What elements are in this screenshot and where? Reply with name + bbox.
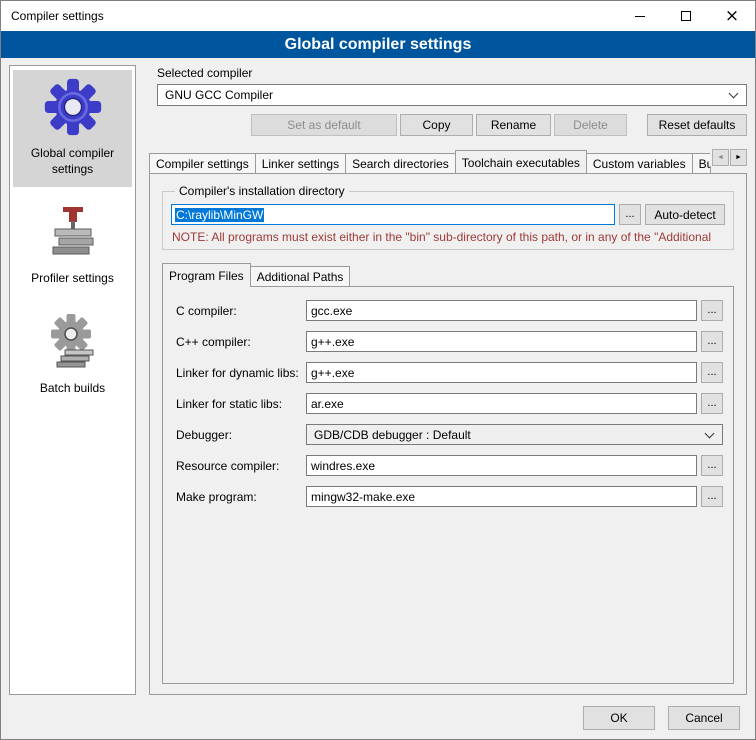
tab-scroll-right-button[interactable]: ►: [730, 149, 747, 166]
program-files-panel: C compiler: ... C++ compiler: ... Linker…: [162, 286, 734, 684]
resource-compiler-label: Resource compiler:: [176, 459, 306, 473]
compiler-select[interactable]: GNU GCC Compiler: [157, 84, 747, 106]
window-controls: ×: [617, 1, 755, 31]
make-program-browse-button[interactable]: ...: [701, 486, 723, 507]
resource-compiler-row: Resource compiler: ...: [176, 455, 723, 476]
cpp-compiler-input[interactable]: [306, 331, 697, 352]
debugger-select[interactable]: GDB/CDB debugger : Default: [306, 424, 723, 445]
debugger-row: Debugger: GDB/CDB debugger : Default: [176, 424, 723, 445]
c-compiler-label: C compiler:: [176, 304, 306, 318]
c-compiler-input[interactable]: [306, 300, 697, 321]
reset-defaults-button[interactable]: Reset defaults: [647, 114, 747, 136]
linker-static-input[interactable]: [306, 393, 697, 414]
c-compiler-browse-button[interactable]: ...: [701, 300, 723, 321]
compiler-actions: Set as default Copy Rename Delete Reset …: [149, 114, 747, 136]
close-button[interactable]: ×: [709, 1, 755, 31]
maximize-icon: [681, 11, 691, 21]
bin-subdirectory-note: NOTE: All programs must exist either in …: [172, 230, 724, 244]
tab-toolchain-executables[interactable]: Toolchain executables: [455, 150, 587, 173]
resource-compiler-input[interactable]: [306, 455, 697, 476]
close-icon: ×: [725, 8, 739, 25]
compiler-select-value: GNU GCC Compiler: [165, 88, 724, 102]
chevron-down-icon: [705, 428, 715, 438]
installation-directory-row: C:\raylib\MinGW ... Auto-detect: [171, 204, 725, 225]
toolchain-executables-panel: Compiler's installation directory C:\ray…: [149, 173, 747, 695]
installation-directory-value: C:\raylib\MinGW: [175, 208, 264, 222]
sidebar-item-label: Batch builds: [40, 381, 105, 397]
installation-directory-title: Compiler's installation directory: [175, 184, 349, 198]
main-panel: Selected compiler GNU GCC Compiler Set a…: [149, 65, 747, 695]
gear-icon: [44, 78, 102, 139]
dialog-footer: OK Cancel: [1, 699, 755, 739]
tab-search-directories[interactable]: Search directories: [345, 153, 456, 173]
make-program-row: Make program: ...: [176, 486, 723, 507]
linker-dynamic-browse-button[interactable]: ...: [701, 362, 723, 383]
tab-compiler-settings[interactable]: Compiler settings: [149, 153, 256, 173]
linker-static-browse-button[interactable]: ...: [701, 393, 723, 414]
batch-gears-icon: [45, 313, 101, 374]
debugger-label: Debugger:: [176, 428, 306, 442]
cancel-button[interactable]: Cancel: [668, 706, 740, 730]
minimize-button[interactable]: [617, 1, 663, 31]
cpp-compiler-row: C++ compiler: ...: [176, 331, 723, 352]
minimize-icon: [635, 16, 645, 17]
sidebar-item-global-compiler-settings[interactable]: Global compiler settings: [13, 70, 132, 187]
dialog-body: Global compiler settings Profiler settin…: [1, 58, 755, 699]
title-bar: Compiler settings ×: [1, 1, 755, 31]
profiler-clamp-icon: [47, 203, 99, 264]
chevron-down-icon: [729, 89, 739, 99]
tab-scroll-buttons: ◄ ►: [710, 149, 747, 166]
debugger-select-value: GDB/CDB debugger : Default: [314, 428, 700, 442]
selected-compiler-label: Selected compiler: [157, 66, 747, 80]
tab-scroll-left-button[interactable]: ◄: [712, 149, 729, 166]
ok-button[interactable]: OK: [583, 706, 655, 730]
tab-strip: Compiler settings Linker settings Search…: [149, 149, 747, 173]
settings-sidebar: Global compiler settings Profiler settin…: [9, 65, 136, 695]
sidebar-item-profiler-settings[interactable]: Profiler settings: [13, 195, 132, 297]
make-program-label: Make program:: [176, 490, 306, 504]
tab-program-files[interactable]: Program Files: [162, 263, 251, 287]
linker-static-row: Linker for static libs: ...: [176, 393, 723, 414]
resource-compiler-browse-button[interactable]: ...: [701, 455, 723, 476]
installation-directory-group: Compiler's installation directory C:\ray…: [162, 184, 734, 250]
sidebar-item-label: Profiler settings: [31, 271, 114, 287]
installation-directory-browse-button[interactable]: ...: [619, 204, 641, 225]
sidebar-item-label: Global compiler settings: [15, 146, 130, 177]
linker-dynamic-row: Linker for dynamic libs: ...: [176, 362, 723, 383]
linker-dynamic-label: Linker for dynamic libs:: [176, 366, 306, 380]
make-program-input[interactable]: [306, 486, 697, 507]
cpp-compiler-label: C++ compiler:: [176, 335, 306, 349]
linker-static-label: Linker for static libs:: [176, 397, 306, 411]
copy-button[interactable]: Copy: [400, 114, 473, 136]
sidebar-item-batch-builds[interactable]: Batch builds: [13, 305, 132, 407]
installation-directory-input[interactable]: C:\raylib\MinGW: [171, 204, 615, 225]
page-title: Global compiler settings: [1, 31, 755, 58]
linker-dynamic-input[interactable]: [306, 362, 697, 383]
window-title: Compiler settings: [1, 9, 104, 23]
maximize-button[interactable]: [663, 1, 709, 31]
tab-custom-variables[interactable]: Custom variables: [586, 153, 693, 173]
tab-additional-paths[interactable]: Additional Paths: [250, 266, 351, 286]
tab-linker-settings[interactable]: Linker settings: [255, 153, 346, 173]
c-compiler-row: C compiler: ...: [176, 300, 723, 321]
delete-button[interactable]: Delete: [554, 114, 627, 136]
auto-detect-button[interactable]: Auto-detect: [645, 204, 725, 225]
set-as-default-button[interactable]: Set as default: [251, 114, 397, 136]
tab-build-options[interactable]: Buil: [692, 153, 711, 173]
rename-button[interactable]: Rename: [476, 114, 551, 136]
subtab-strip: Program Files Additional Paths: [162, 262, 734, 286]
cpp-compiler-browse-button[interactable]: ...: [701, 331, 723, 352]
compiler-settings-window: Compiler settings × Global compiler sett…: [0, 0, 756, 740]
